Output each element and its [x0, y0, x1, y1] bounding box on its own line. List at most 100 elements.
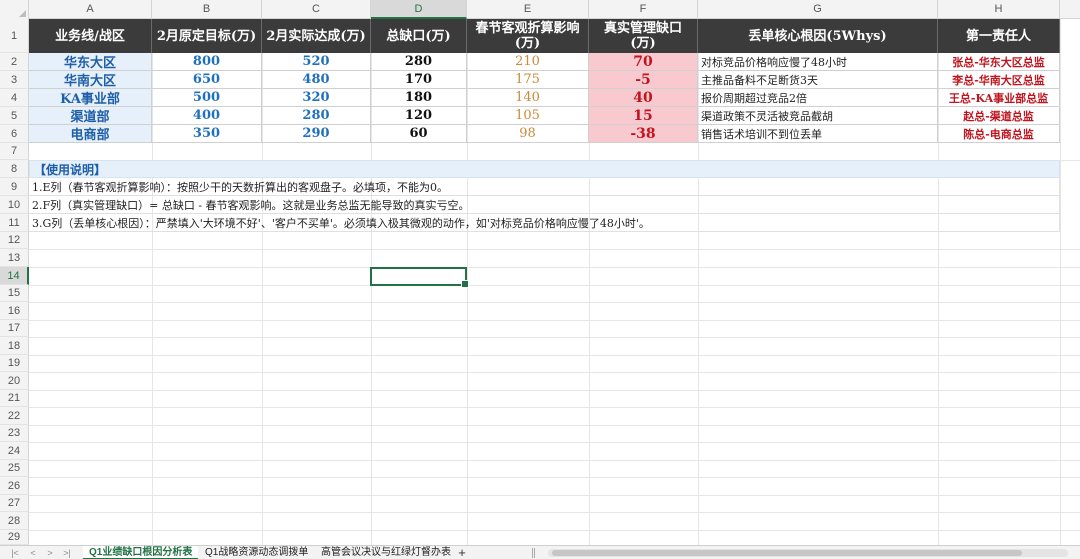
- horizontal-scrollbar-thumb[interactable]: [552, 550, 1022, 556]
- tab-q1-resource-allocation[interactable]: Q1战略资源动态调拨单: [199, 546, 314, 559]
- cell-real-gap[interactable]: -5: [589, 71, 698, 89]
- row-header-29[interactable]: 29: [0, 530, 29, 545]
- row-header-6[interactable]: 6: [0, 125, 29, 143]
- cell-business-line[interactable]: 华南大区: [29, 71, 152, 89]
- cell-real-gap[interactable]: 15: [589, 107, 698, 125]
- cell-root-cause[interactable]: 渠道政策不灵活被竞品截胡: [698, 107, 938, 125]
- usage-notes-title[interactable]: 【使用说明】: [29, 160, 1060, 178]
- column-header-e[interactable]: E: [467, 0, 589, 19]
- cell-owner[interactable]: 李总-华南大区总监: [938, 71, 1060, 89]
- usage-note-line-3[interactable]: 3.G列（丢单核心根因）：严禁填入'大环境不好'、'客户不买单'。必须填入极其微…: [29, 214, 1060, 232]
- active-cell-d14[interactable]: [370, 267, 469, 288]
- select-all-corner[interactable]: [0, 0, 29, 19]
- cell-target[interactable]: 800: [152, 53, 262, 71]
- column-header-g[interactable]: G: [698, 0, 938, 19]
- row-header-12[interactable]: 12: [0, 232, 29, 249]
- row-header-7[interactable]: 7: [0, 143, 29, 160]
- cell-real-gap[interactable]: 40: [589, 89, 698, 107]
- last-sheet-button[interactable]: >|: [60, 546, 74, 559]
- cell-business-line[interactable]: 华东大区: [29, 53, 152, 71]
- cell-root-cause[interactable]: 对标竞品价格响应慢了48小时: [698, 53, 938, 71]
- cell-total-gap[interactable]: 180: [371, 89, 467, 107]
- row-header-19[interactable]: 19: [0, 355, 29, 372]
- cell-target[interactable]: 500: [152, 89, 262, 107]
- row-header-13[interactable]: 13: [0, 249, 29, 267]
- row-header-9[interactable]: 9: [0, 178, 29, 196]
- row-header-2[interactable]: 2: [0, 53, 29, 71]
- usage-note-line-2[interactable]: 2.F列（真实管理缺口）= 总缺口 - 春节客观影响。这就是业务总监无能导致的真…: [29, 196, 1060, 214]
- row-header-22[interactable]: 22: [0, 407, 29, 425]
- tab-q1-gap-analysis[interactable]: Q1业绩缺口根因分析表: [83, 546, 199, 559]
- add-sheet-button[interactable]: +: [455, 546, 469, 559]
- column-header-f[interactable]: F: [589, 0, 698, 19]
- column-header-b[interactable]: B: [152, 0, 262, 19]
- cell-business-line[interactable]: 渠道部: [29, 107, 152, 125]
- header-cell-actual[interactable]: 2月实际达成(万): [262, 19, 371, 53]
- row-header-16[interactable]: 16: [0, 302, 29, 320]
- cell-root-cause[interactable]: 报价周期超过竞品2倍: [698, 89, 938, 107]
- prev-sheet-button[interactable]: <: [26, 546, 40, 559]
- row-header-14[interactable]: 14: [0, 267, 29, 285]
- cell-root-cause[interactable]: 主推品备料不足断货3天: [698, 71, 938, 89]
- cell-holiday-impact[interactable]: 140: [467, 89, 589, 107]
- header-cell-holiday-impact[interactable]: 春节客观折算影响(万): [467, 19, 589, 53]
- cell-total-gap[interactable]: 120: [371, 107, 467, 125]
- column-header-a[interactable]: A: [29, 0, 152, 19]
- next-sheet-button[interactable]: >: [43, 546, 57, 559]
- row-header-10[interactable]: 10: [0, 196, 29, 214]
- row-header-17[interactable]: 17: [0, 320, 29, 337]
- header-cell-real-gap[interactable]: 真实管理缺口(万): [589, 19, 698, 53]
- row-header-8[interactable]: 8: [0, 160, 29, 178]
- header-cell-total-gap[interactable]: 总缺口(万): [371, 19, 467, 53]
- header-cell-business-line[interactable]: 业务线/战区: [29, 19, 152, 53]
- column-header-d[interactable]: D: [371, 0, 467, 19]
- row-header-18[interactable]: 18: [0, 337, 29, 355]
- row-header-27[interactable]: 27: [0, 495, 29, 512]
- header-cell-root-cause[interactable]: 丢单核心根因(5Whys): [698, 19, 938, 53]
- row-header-3[interactable]: 3: [0, 71, 29, 89]
- row-header-21[interactable]: 21: [0, 390, 29, 407]
- cell-total-gap[interactable]: 280: [371, 53, 467, 71]
- row-header-11[interactable]: 11: [0, 214, 29, 232]
- cell-holiday-impact[interactable]: 105: [467, 107, 589, 125]
- column-header-c[interactable]: C: [262, 0, 371, 19]
- tab-splitter-handle[interactable]: [532, 548, 535, 558]
- header-cell-owner[interactable]: 第一责任人: [938, 19, 1060, 53]
- cell-actual[interactable]: 520: [262, 53, 371, 71]
- column-header-h[interactable]: H: [938, 0, 1060, 19]
- cell-holiday-impact[interactable]: 210: [467, 53, 589, 71]
- row-header-25[interactable]: 25: [0, 460, 29, 477]
- cell-total-gap[interactable]: 170: [371, 71, 467, 89]
- cell-target[interactable]: 650: [152, 71, 262, 89]
- cell-real-gap[interactable]: 70: [589, 53, 698, 71]
- cell-actual[interactable]: 320: [262, 89, 371, 107]
- row-header-5[interactable]: 5: [0, 107, 29, 125]
- row-header-4[interactable]: 4: [0, 89, 29, 107]
- cell-owner[interactable]: 王总-KA事业部总监: [938, 89, 1060, 107]
- first-sheet-button[interactable]: |<: [8, 546, 22, 559]
- usage-note-line-1[interactable]: 1.E列（春节客观折算影响）：按照少干的天数折算出的客观盘子。必填项，不能为0。: [29, 178, 1060, 196]
- cell-holiday-impact[interactable]: 175: [467, 71, 589, 89]
- cell-real-gap[interactable]: -38: [589, 125, 698, 143]
- cell-total-gap[interactable]: 60: [371, 125, 467, 143]
- row-header-1[interactable]: 1: [0, 19, 29, 53]
- cell-holiday-impact[interactable]: 98: [467, 125, 589, 143]
- row-header-23[interactable]: 23: [0, 425, 29, 442]
- spreadsheet-grid[interactable]: A B C D E F G H 1 2 3 4 5 6 7 8 9 10 11 …: [0, 0, 1080, 545]
- row-header-20[interactable]: 20: [0, 372, 29, 390]
- header-cell-target[interactable]: 2月原定目标(万): [152, 19, 262, 53]
- row-header-15[interactable]: 15: [0, 285, 29, 302]
- horizontal-scrollbar[interactable]: [548, 549, 1068, 557]
- cell-owner[interactable]: 张总-华东大区总监: [938, 53, 1060, 71]
- cell-owner[interactable]: 陈总-电商总监: [938, 125, 1060, 143]
- cell-actual[interactable]: 290: [262, 125, 371, 143]
- row-header-28[interactable]: 28: [0, 512, 29, 530]
- cell-business-line[interactable]: 电商部: [29, 125, 152, 143]
- row-header-24[interactable]: 24: [0, 442, 29, 460]
- cell-target[interactable]: 400: [152, 107, 262, 125]
- cell-business-line[interactable]: KA事业部: [29, 89, 152, 107]
- cell-root-cause[interactable]: 销售话术培训不到位丢单: [698, 125, 938, 143]
- cell-actual[interactable]: 280: [262, 107, 371, 125]
- row-header-26[interactable]: 26: [0, 477, 29, 495]
- cell-actual[interactable]: 480: [262, 71, 371, 89]
